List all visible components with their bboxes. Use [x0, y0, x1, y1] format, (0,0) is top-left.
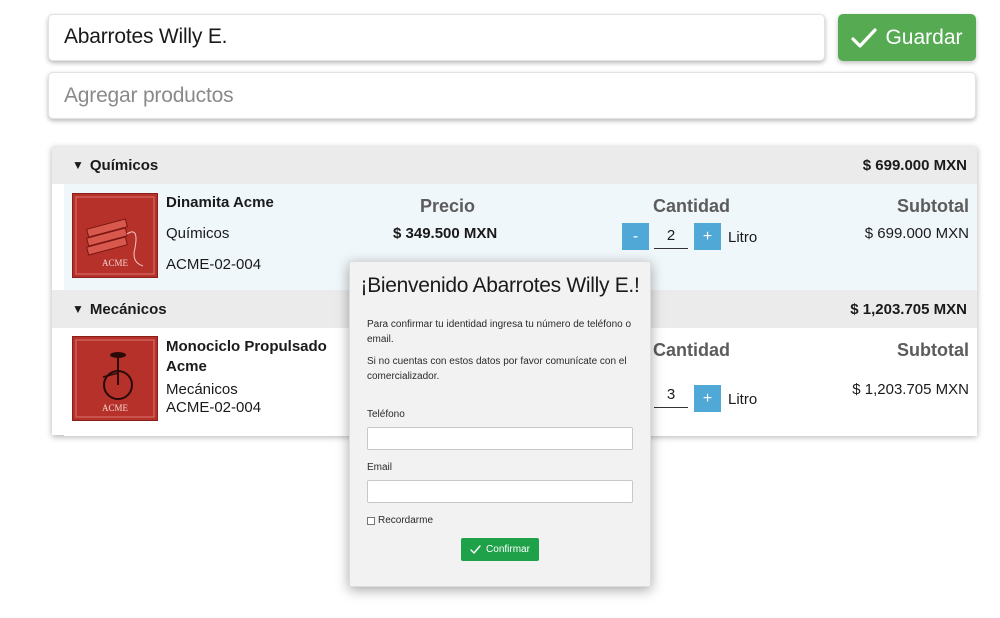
quantity-input[interactable]: 2 — [654, 225, 688, 249]
modal-title: ¡Bienvenido Abarrotes Willy E.! — [360, 274, 640, 297]
modal-instructions: Para confirmar tu identidad ingresa tu n… — [367, 319, 632, 345]
product-sku: ACME-02-004 — [166, 256, 262, 273]
quantity-unit: Litro — [728, 229, 758, 246]
increase-quantity-button[interactable]: + — [694, 223, 721, 250]
increase-quantity-button[interactable]: + — [694, 385, 721, 412]
check-icon — [470, 545, 481, 554]
modal-help-text: Si no cuentas con estos datos por favor … — [367, 356, 627, 382]
triangle-down-icon: ▼ — [72, 302, 84, 316]
save-button[interactable]: Guardar — [838, 14, 976, 61]
welcome-modal: ¡Bienvenido Abarrotes Willy E.! Para con… — [349, 261, 651, 587]
confirm-button[interactable]: Confirmar — [461, 538, 539, 561]
phone-label: Teléfono — [367, 409, 405, 420]
subtotal-column-header: Subtotal — [897, 196, 969, 216]
quantity-column-header: Cantidad — [653, 340, 731, 360]
check-icon — [851, 27, 878, 48]
save-button-label: Guardar — [885, 25, 963, 49]
category-header-quimicos[interactable]: ▼ Químicos $ 699.000 MXN — [52, 146, 977, 184]
product-image: ACME — [72, 193, 158, 278]
product-subtotal: $ 699.000 MXN — [864, 225, 969, 242]
add-products-placeholder: Agregar productos — [64, 84, 234, 107]
confirm-button-label: Confirmar — [486, 544, 530, 555]
phone-field[interactable] — [367, 427, 633, 450]
decrease-quantity-button[interactable]: - — [622, 223, 649, 250]
quantity-unit: Litro — [728, 391, 758, 408]
product-category: Químicos — [166, 225, 230, 242]
add-products-input[interactable]: Agregar productos — [48, 72, 976, 119]
quantity-column-header: Cantidad — [653, 196, 731, 216]
category-name: Mecánicos — [89, 300, 167, 318]
store-name-input[interactable]: Abarrotes Willy E. — [48, 14, 825, 61]
email-label: Email — [367, 462, 393, 473]
remember-checkbox[interactable] — [367, 516, 375, 525]
email-field[interactable] — [367, 480, 633, 503]
svg-text:ACME: ACME — [102, 258, 129, 268]
price-column-header: Precio — [420, 196, 476, 216]
store-name-value: Abarrotes Willy E. — [64, 25, 228, 48]
category-total: $ 699.000 MXN — [862, 156, 967, 174]
product-subtotal: $ 1,203.705 MXN — [852, 381, 969, 398]
remember-label: Recordarme — [378, 515, 434, 526]
remember-me[interactable]: Recordarme — [367, 515, 433, 526]
product-name: Dinamita Acme — [166, 194, 274, 211]
category-total: $ 1,203.705 MXN — [850, 300, 967, 318]
product-category: Mecánicos — [166, 381, 238, 398]
subtotal-column-header: Subtotal — [897, 340, 969, 360]
product-sku: ACME-02-004 — [166, 399, 262, 416]
svg-text:ACME: ACME — [102, 403, 129, 413]
triangle-down-icon: ▼ — [72, 158, 84, 172]
product-name: Monociclo Propulsado Acme — [166, 338, 327, 375]
quantity-input[interactable]: 3 — [654, 384, 688, 408]
product-image: ACME — [72, 336, 158, 421]
product-price: $ 349.500 MXN — [393, 225, 498, 242]
category-name: Químicos — [89, 156, 159, 174]
